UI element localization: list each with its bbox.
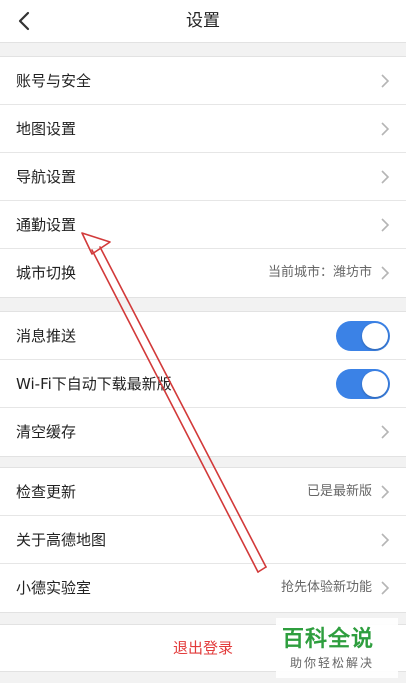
row-label: 通勤设置 <box>16 216 77 234</box>
chevron-right-icon <box>381 218 390 232</box>
current-city-value: 当前城市：潍坊市 <box>267 265 372 280</box>
row-label: 检查更新 <box>16 483 77 501</box>
row-label: 账号与安全 <box>16 72 92 90</box>
row-label: 清空缓存 <box>16 423 77 441</box>
chevron-right-icon <box>381 581 390 595</box>
page-title: 设置 <box>186 11 220 31</box>
row-label: 小德实验室 <box>16 579 92 597</box>
top-bar: 设置 <box>0 0 406 43</box>
row-label: 导航设置 <box>16 168 77 186</box>
lab-hint-value: 抢先体验新功能 <box>280 580 372 595</box>
watermark-subtitle: 助你轻松解决 <box>290 656 375 670</box>
chevron-right-icon <box>381 266 390 280</box>
settings-row-lab[interactable]: 小德实验室 抢先体验新功能 <box>0 564 406 612</box>
chevron-right-icon <box>381 74 390 88</box>
row-label: 城市切换 <box>16 264 77 282</box>
chevron-right-icon <box>381 425 390 439</box>
settings-row-account-security[interactable]: 账号与安全 <box>0 57 406 105</box>
settings-row-commute[interactable]: 通勤设置 <box>0 201 406 249</box>
chevron-right-icon <box>381 485 390 499</box>
settings-group-account: 账号与安全 地图设置 导航设置 通勤设置 城市切换 当前城市：潍坊市 <box>0 56 406 298</box>
push-notifications-toggle[interactable] <box>336 321 390 351</box>
row-label: Wi-Fi下自动下载最新版 <box>16 375 172 393</box>
row-label: 消息推送 <box>16 327 77 345</box>
settings-group-general: 消息推送 Wi-Fi下自动下载最新版 清空缓存 <box>0 311 406 457</box>
chevron-right-icon <box>381 170 390 184</box>
settings-row-map[interactable]: 地图设置 <box>0 105 406 153</box>
chevron-right-icon <box>381 122 390 136</box>
settings-row-clear-cache[interactable]: 清空缓存 <box>0 408 406 456</box>
settings-row-about[interactable]: 关于高德地图 <box>0 516 406 564</box>
update-status-value: 已是最新版 <box>306 484 372 499</box>
settings-group-about: 检查更新 已是最新版 关于高德地图 小德实验室 抢先体验新功能 <box>0 467 406 613</box>
settings-row-wifi-auto-download: Wi-Fi下自动下载最新版 <box>0 360 406 408</box>
toggle-knob <box>362 323 388 349</box>
row-label: 地图设置 <box>16 120 77 138</box>
settings-row-city-switch[interactable]: 城市切换 当前城市：潍坊市 <box>0 249 406 297</box>
settings-row-navigation[interactable]: 导航设置 <box>0 153 406 201</box>
row-label: 关于高德地图 <box>16 531 107 549</box>
toggle-knob <box>362 371 388 397</box>
watermark-title: 百科全说 <box>282 627 375 652</box>
settings-row-push-notifications: 消息推送 <box>0 312 406 360</box>
watermark-logo: 百科全说 助你轻松解决 <box>276 618 398 678</box>
settings-row-check-update[interactable]: 检查更新 已是最新版 <box>0 468 406 516</box>
chevron-right-icon <box>381 533 390 547</box>
wifi-auto-download-toggle[interactable] <box>336 369 390 399</box>
